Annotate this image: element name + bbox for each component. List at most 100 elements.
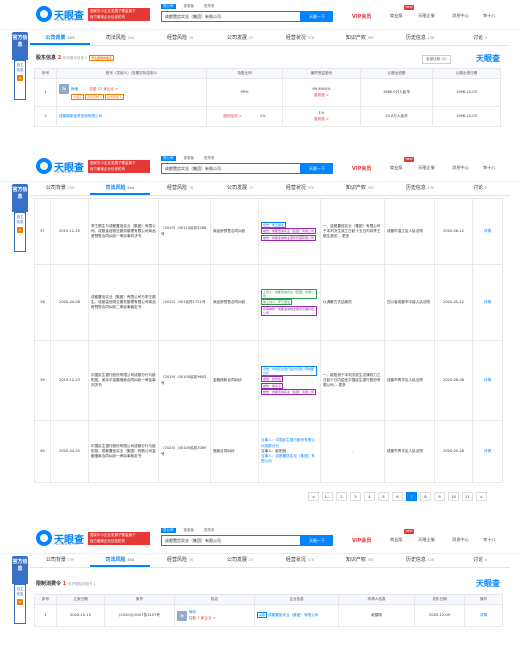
shareholder-name[interactable]: 梅東 xyxy=(71,87,78,91)
page-link[interactable]: 5 xyxy=(378,492,389,501)
holdings-link[interactable]: 控股 22 家企业 > xyxy=(89,87,118,91)
structure-link[interactable]: 股权结构 > xyxy=(223,114,242,118)
search-tab-relation[interactable]: 查关系 xyxy=(202,4,217,9)
tab-judicial[interactable]: 司法风险 344 xyxy=(90,32,150,45)
detail-link[interactable]: 详情 xyxy=(472,420,503,483)
page-link[interactable]: 9 xyxy=(434,492,445,501)
tab-development[interactable]: 公司发展 23 xyxy=(210,32,270,45)
tab-development[interactable]: 公司发展 23 xyxy=(210,554,270,567)
page-prev[interactable]: < xyxy=(308,492,319,501)
section-sub[interactable]: 历史股东信息 2 xyxy=(63,56,87,60)
tab-background[interactable]: 公司背景 239 xyxy=(30,554,90,567)
nav-messages[interactable]: 消息中心 xyxy=(452,13,469,19)
tab-count: 376 xyxy=(307,558,315,562)
cell-title[interactable]: 中国民生银行股份有限公司成都分行与欧阳旭、吴永平金融借款合同纠纷一审民事判决书 xyxy=(88,340,159,421)
party-name[interactable]: 当事人：中国民生银行股份有限公司成都分行 xyxy=(261,438,315,447)
search-input[interactable]: 成都置信实业（集团）有限公司 xyxy=(161,535,301,546)
page-link[interactable]: 4 xyxy=(364,492,375,501)
nav-business[interactable]: 商业版 xyxy=(390,165,403,171)
equity-chain-link[interactable]: 股权链 > xyxy=(314,93,329,97)
cell-title[interactable]: 李王额生与成都置信实业（集团）有限公司、成都金信物业服务管理有限公司商品房预售合… xyxy=(88,198,159,265)
tab-discussion[interactable]: 讨论 0 xyxy=(450,32,510,45)
cell-ratio: 99% xyxy=(206,78,283,107)
cell-title[interactable]: 中国民生银行股份有限公司成都分行与欧阳旭、成都置信实业（集团）有限公司金融借款合… xyxy=(88,420,159,483)
sort-select[interactable]: 全部比例 (2) xyxy=(422,55,451,64)
page-first[interactable]: 1... xyxy=(322,492,333,501)
tab-count: 136 xyxy=(427,558,435,562)
tab-operating-risk[interactable]: 经营风险 76 xyxy=(150,32,210,45)
tab-operating-risk[interactable]: 经营风险 76 xyxy=(150,554,210,567)
nav-messages[interactable]: 消息中心 xyxy=(452,537,469,543)
search-button[interactable]: 天眼一下 xyxy=(301,11,333,22)
search-tab-relation[interactable]: 查关系 xyxy=(202,528,217,533)
search-tab-boss[interactable]: 查老板 xyxy=(182,156,197,161)
page-link[interactable]: 10 xyxy=(448,492,459,501)
search-input[interactable]: 成都置信实业（集团）有限公司 xyxy=(161,163,301,174)
page-link[interactable]: 3 xyxy=(350,492,361,501)
tab-operations[interactable]: 经营状况 376 xyxy=(270,554,330,567)
vip-link[interactable]: VIP会员 xyxy=(352,165,371,172)
site-logo[interactable]: 天眼查 TianYanCha.com xyxy=(36,530,86,548)
search-button[interactable]: 天眼一下 xyxy=(301,535,333,546)
page-link[interactable]: 8 xyxy=(420,492,431,501)
tab-background[interactable]: 公司背景 239 xyxy=(30,182,90,195)
page-next[interactable]: > xyxy=(476,492,487,501)
search-tab-relation[interactable]: 查关系 xyxy=(202,156,217,161)
tab-development[interactable]: 公司发展 23 xyxy=(210,182,270,195)
nav-services[interactable]: 天眼企服 xyxy=(418,537,435,543)
detail-link[interactable]: 详情 xyxy=(472,340,503,421)
detail-link[interactable]: 详情 xyxy=(472,198,503,265)
tab-history[interactable]: 历史信息 136 xyxy=(390,182,450,195)
search-input[interactable]: 成都置信实业（集团）有限公司 xyxy=(161,11,301,22)
tab-discussion[interactable]: 讨论 0 xyxy=(450,554,510,567)
cell-final: 99.9900% 股权链 > xyxy=(282,78,361,107)
page-link[interactable]: 11 xyxy=(462,492,473,501)
vip-link[interactable]: VIP会员 xyxy=(352,537,371,544)
nav-business[interactable]: 商业版 xyxy=(390,13,403,19)
equity-chain-link[interactable]: 股权链 > xyxy=(314,117,329,121)
search-tab-company[interactable]: 查公司 xyxy=(161,156,176,161)
section-sub[interactable]: 历史限制消费令 1 xyxy=(68,582,96,586)
nav-user[interactable]: 李十八 xyxy=(483,13,496,19)
tab-judicial[interactable]: 司法风险 344 xyxy=(90,182,150,195)
search-tab-boss[interactable]: 查老板 xyxy=(182,528,197,533)
search-tab-boss[interactable]: 查老板 xyxy=(182,4,197,9)
nav-services[interactable]: 天眼企服 xyxy=(418,165,435,171)
tab-ip[interactable]: 知识产权 367 xyxy=(330,554,390,567)
tab-background[interactable]: 公司背景 239 xyxy=(30,32,90,45)
tab-ip[interactable]: 知识产权 367 xyxy=(330,32,390,45)
nav-messages[interactable]: 消息中心 xyxy=(452,165,469,171)
page-current[interactable]: 7 xyxy=(406,492,417,501)
detail-link[interactable]: 详情 xyxy=(464,604,503,627)
search-tab-company[interactable]: 查公司 xyxy=(161,4,176,9)
vip-link[interactable]: VIP会员 xyxy=(352,13,371,20)
tab-judicial[interactable]: 司法风险 344 xyxy=(90,554,150,567)
nav-user[interactable]: 李十八 xyxy=(483,165,496,171)
nav-business[interactable]: 商业版 xyxy=(390,537,403,543)
company-name[interactable]: 成都置信实业（集团）有限公司 xyxy=(268,613,318,617)
party-name[interactable]: 当事人：成都置信实业（集团）有限公司 xyxy=(261,454,315,463)
tab-operations[interactable]: 经营状况 376 xyxy=(270,182,330,195)
tab-operations[interactable]: 经营状况 376 xyxy=(270,32,330,45)
tab-history[interactable]: 历史信息 136 xyxy=(390,32,450,45)
side-menu[interactable]: 自主信息 6 xyxy=(14,60,26,100)
nav-services[interactable]: 天眼企服 xyxy=(418,13,435,19)
cell-title[interactable]: 成都置信实业（集团）有限公司与李王额生、成都金信物业服务管理有限公司商品房预售合… xyxy=(88,264,159,341)
tab-ip[interactable]: 知识产权 367 xyxy=(330,182,390,195)
side-menu[interactable]: 自主信息 6 xyxy=(14,212,26,252)
page-link[interactable]: 2 xyxy=(336,492,347,501)
nav-user[interactable]: 李十八 xyxy=(483,537,496,543)
shareholder-name[interactable]: 成都鼎新投资咨询有限公司 xyxy=(59,114,102,118)
search-button[interactable]: 天眼一下 xyxy=(301,163,333,174)
tab-discussion[interactable]: 讨论 0 xyxy=(450,182,510,195)
tab-operating-risk[interactable]: 经营风险 76 xyxy=(150,182,210,195)
search-tab-company[interactable]: 查公司 xyxy=(161,528,176,533)
site-logo[interactable]: 天眼查 TianYanCha.com xyxy=(36,6,86,24)
tab-history[interactable]: 历史信息 136 xyxy=(390,554,450,567)
site-logo[interactable]: 天眼查 TianYanCha.com xyxy=(36,158,86,176)
page-link[interactable]: 6 xyxy=(392,492,403,501)
holdings-link[interactable]: 控股 7 家企业 > xyxy=(189,616,216,620)
detail-link[interactable]: 详情 xyxy=(472,264,503,341)
side-menu[interactable]: 自主信息 6 xyxy=(14,584,26,624)
person-name[interactable]: 梅东 xyxy=(189,610,196,614)
